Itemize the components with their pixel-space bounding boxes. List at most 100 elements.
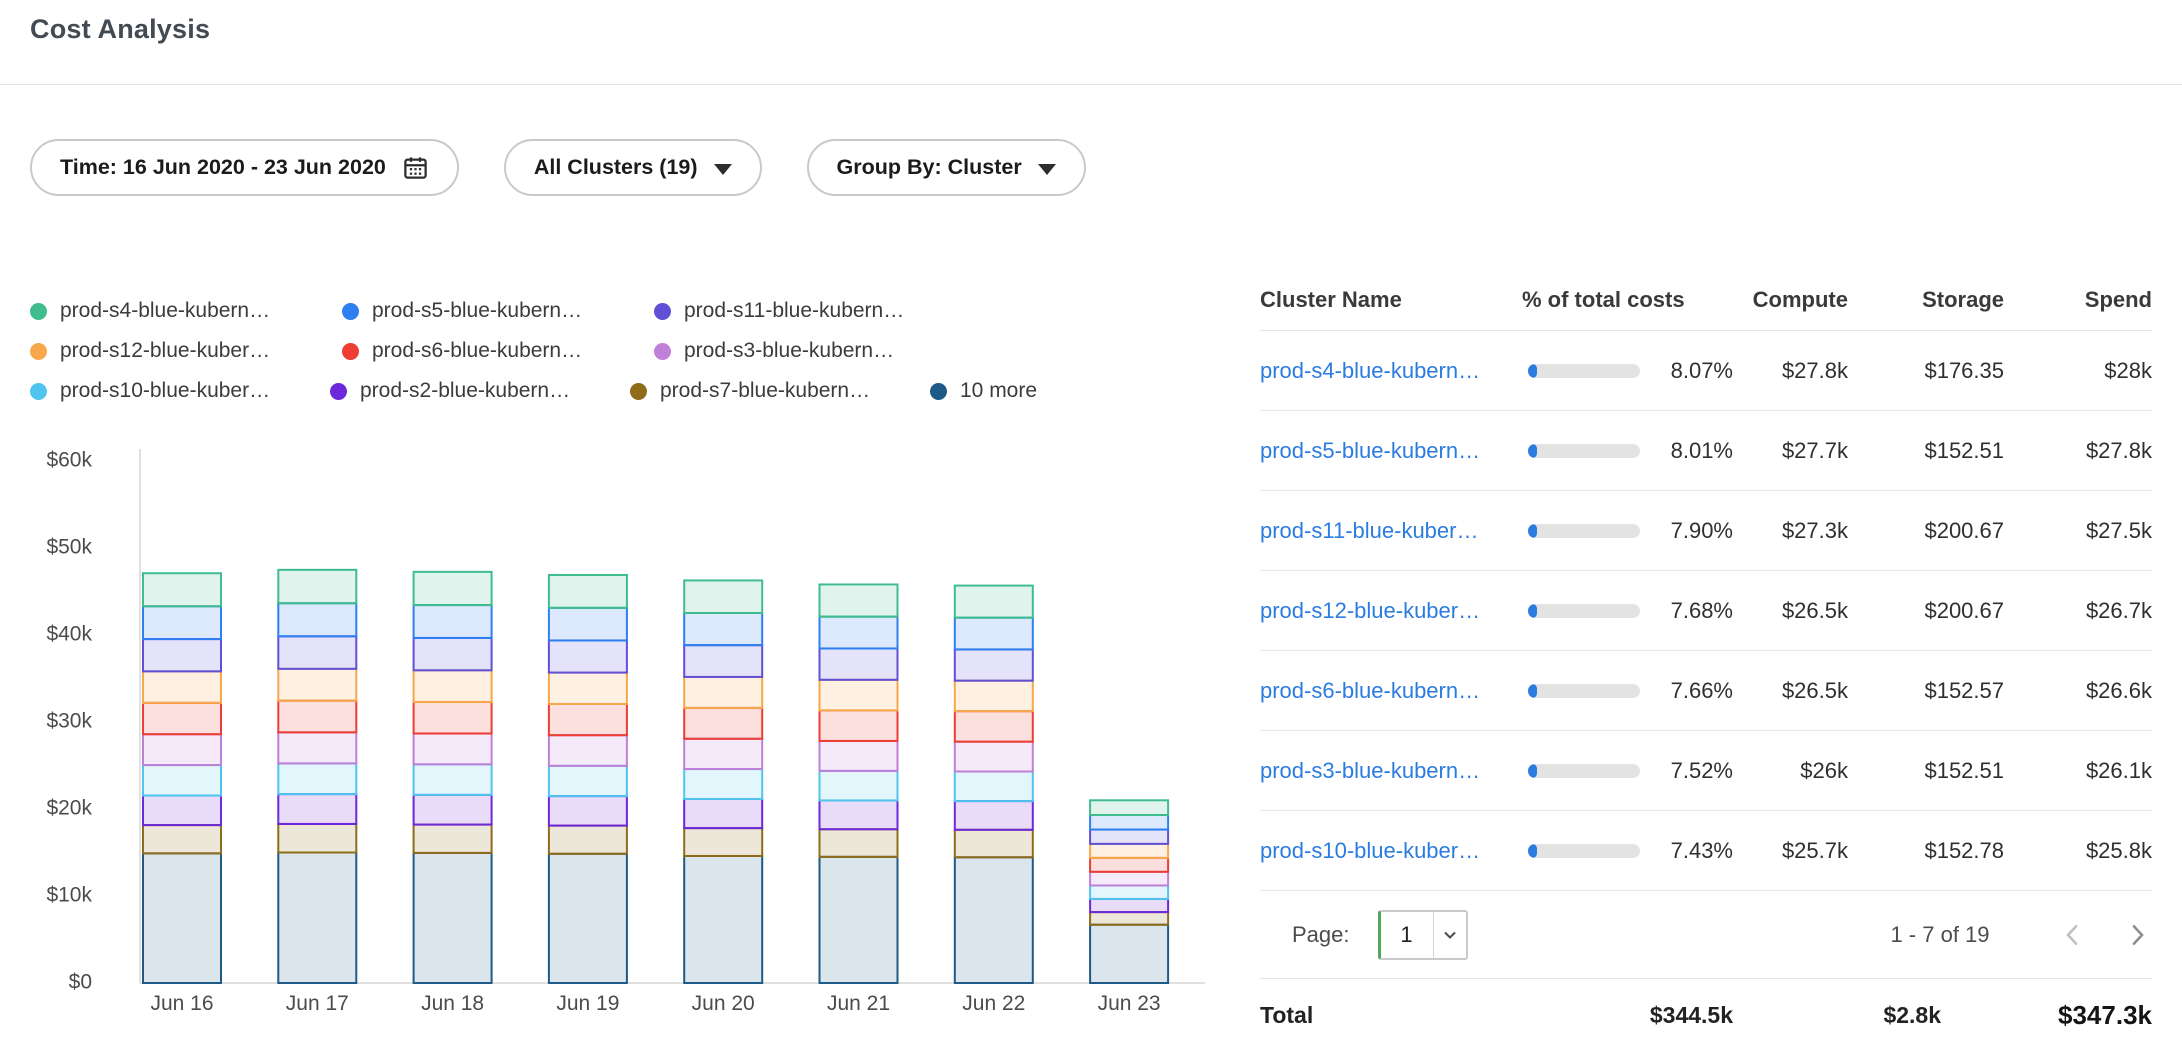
bar-segment[interactable] xyxy=(414,853,492,983)
bar-segment[interactable] xyxy=(414,764,492,795)
legend-item[interactable]: prod-s2-blue-kubern… xyxy=(330,379,630,403)
clusters-filter[interactable]: All Clusters (19) xyxy=(504,139,762,196)
legend-item[interactable]: prod-s12-blue-kuber… xyxy=(30,339,342,363)
bar-segment[interactable] xyxy=(549,796,627,825)
bar-segment[interactable] xyxy=(414,733,492,764)
bar-segment[interactable] xyxy=(684,739,762,769)
bar-segment[interactable] xyxy=(684,799,762,828)
legend-item[interactable]: prod-s5-blue-kubern… xyxy=(342,299,654,323)
group-by-filter[interactable]: Group By: Cluster xyxy=(807,139,1086,196)
bar-segment[interactable] xyxy=(820,584,898,616)
bar-segment[interactable] xyxy=(955,618,1033,650)
cluster-name-link[interactable]: prod-s5-blue-kubern… xyxy=(1260,438,1480,463)
bar-segment[interactable] xyxy=(820,680,898,711)
time-range-filter[interactable]: Time: 16 Jun 2020 - 23 Jun 2020 xyxy=(30,139,459,196)
bar-segment[interactable] xyxy=(1090,925,1168,983)
bar-segment[interactable] xyxy=(1090,844,1168,858)
bar-segment[interactable] xyxy=(955,830,1033,857)
legend-item[interactable]: prod-s7-blue-kubern… xyxy=(630,379,930,403)
bar-segment[interactable] xyxy=(684,645,762,677)
bar-segment[interactable] xyxy=(278,794,356,824)
bar-segment[interactable] xyxy=(955,681,1033,712)
bar-segment[interactable] xyxy=(684,769,762,799)
bar-segment[interactable] xyxy=(955,649,1033,680)
legend-item[interactable]: prod-s11-blue-kubern… xyxy=(654,299,966,323)
bar-segment[interactable] xyxy=(684,828,762,856)
bar-segment[interactable] xyxy=(549,766,627,796)
bar-segment[interactable] xyxy=(143,703,221,734)
bar-segment[interactable] xyxy=(549,608,627,641)
legend-item[interactable]: prod-s3-blue-kubern… xyxy=(654,339,966,363)
bar-segment[interactable] xyxy=(1090,872,1168,886)
bar-segment[interactable] xyxy=(955,801,1033,830)
bar-segment[interactable] xyxy=(820,741,898,771)
bar-segment[interactable] xyxy=(143,765,221,795)
bar-segment[interactable] xyxy=(278,570,356,603)
bar-segment[interactable] xyxy=(684,613,762,645)
bar-segment[interactable] xyxy=(1090,830,1168,844)
cluster-name-link[interactable]: prod-s10-blue-kuber… xyxy=(1260,838,1480,863)
bar-segment[interactable] xyxy=(414,572,492,605)
cluster-name-link[interactable]: prod-s11-blue-kuber… xyxy=(1260,518,1478,543)
bar-segment[interactable] xyxy=(820,710,898,741)
bar-segment[interactable] xyxy=(143,671,221,702)
bar-segment[interactable] xyxy=(1090,815,1168,830)
bar-segment[interactable] xyxy=(955,586,1033,618)
bar-segment[interactable] xyxy=(414,795,492,825)
bar-segment[interactable] xyxy=(820,648,898,679)
bar-segment[interactable] xyxy=(820,800,898,829)
legend-item[interactable]: prod-s6-blue-kubern… xyxy=(342,339,654,363)
bar-segment[interactable] xyxy=(955,742,1033,772)
bar-segment[interactable] xyxy=(549,575,627,608)
bar-segment[interactable] xyxy=(143,825,221,853)
bar-segment[interactable] xyxy=(549,735,627,766)
bar-segment[interactable] xyxy=(549,640,627,672)
bar-segment[interactable] xyxy=(1090,858,1168,872)
bar-segment[interactable] xyxy=(1090,912,1168,925)
bar-segment[interactable] xyxy=(955,857,1033,983)
bar-segment[interactable] xyxy=(278,732,356,763)
page-select[interactable]: 1 xyxy=(1378,910,1468,960)
bar-segment[interactable] xyxy=(414,638,492,670)
bar-segment[interactable] xyxy=(820,829,898,857)
bar-segment[interactable] xyxy=(143,853,221,983)
bar-segment[interactable] xyxy=(278,824,356,853)
bar-segment[interactable] xyxy=(414,605,492,638)
bar-segment[interactable] xyxy=(955,711,1033,741)
legend-item[interactable]: 10 more xyxy=(930,379,1230,403)
bar-segment[interactable] xyxy=(549,826,627,854)
bar-segment[interactable] xyxy=(549,704,627,735)
cluster-name-link[interactable]: prod-s4-blue-kubern… xyxy=(1260,358,1480,383)
bar-segment[interactable] xyxy=(684,580,762,613)
cluster-name-link[interactable]: prod-s3-blue-kubern… xyxy=(1260,758,1480,783)
bar-segment[interactable] xyxy=(414,670,492,702)
bar-segment[interactable] xyxy=(414,825,492,853)
cluster-name-link[interactable]: prod-s12-blue-kuber… xyxy=(1260,598,1480,623)
bar-segment[interactable] xyxy=(278,636,356,669)
bar-segment[interactable] xyxy=(1090,899,1168,912)
bar-segment[interactable] xyxy=(684,856,762,983)
bar-segment[interactable] xyxy=(684,677,762,708)
legend-item[interactable]: prod-s4-blue-kubern… xyxy=(30,299,342,323)
bar-segment[interactable] xyxy=(955,772,1033,802)
bar-segment[interactable] xyxy=(278,853,356,984)
bar-segment[interactable] xyxy=(143,639,221,671)
bar-segment[interactable] xyxy=(684,708,762,739)
bar-segment[interactable] xyxy=(820,617,898,649)
bar-segment[interactable] xyxy=(143,734,221,765)
bar-segment[interactable] xyxy=(143,606,221,639)
bar-segment[interactable] xyxy=(278,669,356,701)
bar-segment[interactable] xyxy=(278,603,356,636)
bar-segment[interactable] xyxy=(549,673,627,704)
bar-segment[interactable] xyxy=(143,796,221,826)
bar-segment[interactable] xyxy=(820,857,898,983)
legend-item[interactable]: prod-s10-blue-kuber… xyxy=(30,379,330,403)
cluster-name-link[interactable]: prod-s6-blue-kubern… xyxy=(1260,678,1480,703)
bar-segment[interactable] xyxy=(1090,885,1168,898)
bar-segment[interactable] xyxy=(549,854,627,983)
bar-segment[interactable] xyxy=(820,771,898,801)
bar-segment[interactable] xyxy=(414,702,492,733)
prev-page-button[interactable] xyxy=(2058,920,2088,950)
bar-segment[interactable] xyxy=(143,573,221,606)
next-page-button[interactable] xyxy=(2122,920,2152,950)
